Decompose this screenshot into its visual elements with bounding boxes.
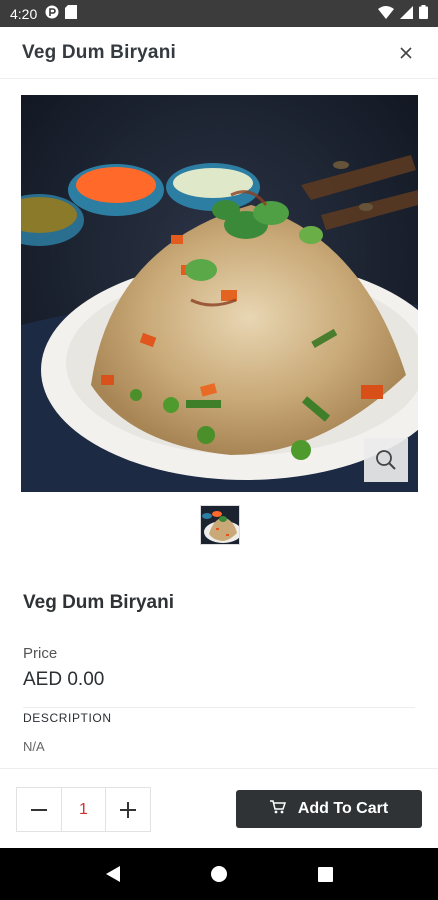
minus-icon[interactable] <box>17 788 61 831</box>
action-bar: 1 Add To Cart <box>0 768 438 848</box>
battery-icon <box>419 5 428 22</box>
description-value: N/A <box>23 739 45 754</box>
description-label: DESCRIPTION <box>23 711 112 725</box>
product-name: Veg Dum Biryani <box>23 592 174 613</box>
zoom-icon[interactable] <box>364 438 408 482</box>
app-notification-icon <box>45 5 59 22</box>
plus-icon[interactable] <box>106 788 150 831</box>
status-right-icons <box>378 5 428 22</box>
modal-header: Veg Dum Biryani <box>0 27 438 79</box>
sd-card-icon <box>65 5 78 22</box>
wifi-icon <box>378 5 394 22</box>
back-icon[interactable] <box>98 859 128 889</box>
signal-icon <box>400 5 413 22</box>
modal-title: Veg Dum Biryani <box>22 41 176 63</box>
product-image <box>21 95 418 492</box>
close-icon[interactable] <box>396 43 416 63</box>
home-icon[interactable] <box>204 859 234 889</box>
add-to-cart-label: Add To Cart <box>297 800 389 817</box>
quantity-stepper: 1 <box>16 787 151 832</box>
product-thumbnail[interactable] <box>200 505 240 545</box>
status-time: 4:20 <box>10 5 38 22</box>
add-to-cart-button[interactable]: Add To Cart <box>236 790 422 828</box>
status-bar: 4:20 <box>0 0 438 27</box>
price-label: Price <box>23 645 58 662</box>
cart-icon <box>269 799 286 819</box>
recents-icon[interactable] <box>310 859 340 889</box>
quantity-value[interactable]: 1 <box>61 788 106 831</box>
price-value: AED 0.00 <box>23 669 105 690</box>
divider <box>23 707 415 708</box>
system-nav-bar <box>0 848 438 900</box>
